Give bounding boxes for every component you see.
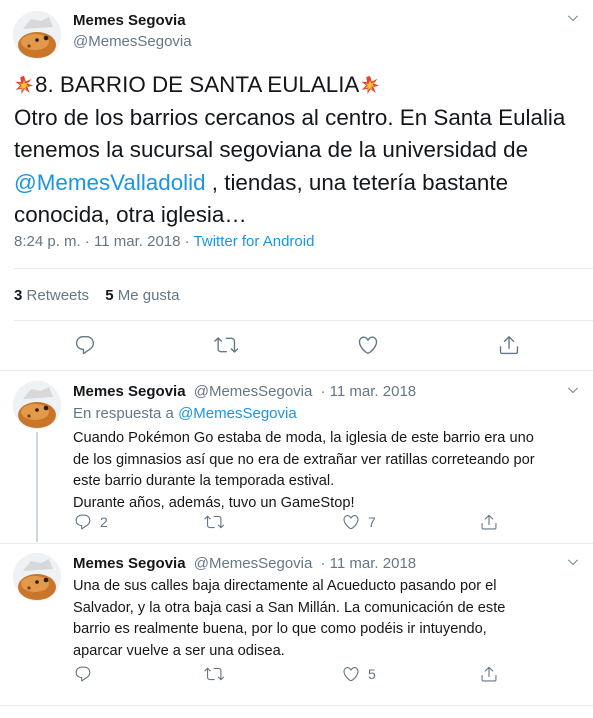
share-icon (480, 513, 498, 531)
reply-line: Cuando Pokémon Go estaba de moda, la igl… (73, 430, 534, 446)
like-button[interactable]: 7 (342, 513, 376, 531)
tweet-title: 8. BARRIO DE SANTA EULALIA (35, 72, 360, 97)
retweet-icon (214, 334, 238, 356)
tweet-source-link[interactable]: Twitter for Android (194, 233, 315, 250)
reply-text: Cuando Pokémon Go estaba de moda, la igl… (73, 428, 535, 514)
chevron-down-icon (566, 555, 580, 569)
divider (14, 268, 593, 269)
tweet-timestamp[interactable]: 8:24 p. m. · 11 mar. 2018 · (14, 233, 194, 250)
tweet-line: @MemesValladolid , tiendas, una tetería … (14, 167, 584, 200)
reply-avatar[interactable] (13, 553, 61, 601)
reply-date[interactable]: · 11 mar. 2018 (321, 383, 417, 400)
reply-avatar[interactable] (13, 381, 61, 429)
reply-line: Durante años, además, tuvo un GameStop! (73, 494, 355, 511)
reply-count: 2 (100, 514, 108, 530)
author-handle[interactable]: @MemesSegovia (73, 33, 192, 50)
divider (14, 320, 593, 321)
like-count: 5 (368, 666, 376, 682)
heart-icon (342, 513, 360, 531)
collision-emoji (14, 75, 34, 95)
reply-author-handle[interactable]: @MemesSegovia (194, 383, 313, 400)
like-button[interactable]: 5 (342, 665, 376, 683)
reply-to-line: En respuesta a @MemesSegovia (73, 405, 297, 422)
reply-icon (74, 334, 96, 356)
likes-label: Me gusta (117, 287, 180, 304)
retweet-icon (204, 513, 224, 531)
retweet-icon (204, 665, 224, 683)
share-button[interactable] (480, 513, 498, 531)
retweet-button[interactable] (214, 334, 238, 356)
reply-author-name[interactable]: Memes Segovia (73, 383, 186, 400)
retweet-button[interactable] (204, 513, 224, 531)
divider (0, 370, 593, 371)
likes-stat[interactable]: 5 Me gusta (105, 287, 179, 304)
share-button[interactable] (498, 334, 520, 356)
retweets-count: 3 (14, 287, 23, 304)
tweet-text: 8. BARRIO DE SANTA EULALIA Otro de los b… (14, 69, 584, 232)
reply-author-handle[interactable]: @MemesSegovia (194, 555, 313, 572)
tweet-line: tenemos la sucursal segoviana de la univ… (14, 137, 529, 162)
divider (0, 543, 593, 544)
author-avatar[interactable] (13, 11, 61, 59)
reply-button[interactable] (74, 665, 92, 683)
thread-line (36, 432, 38, 542)
share-icon (480, 665, 498, 683)
reply-header: Memes Segovia @MemesSegovia · 11 mar. 20… (73, 383, 416, 400)
divider (0, 705, 593, 706)
collision-emoji (360, 75, 380, 95)
reply-to-handle[interactable]: @MemesSegovia (178, 405, 297, 422)
likes-count: 5 (105, 287, 114, 304)
like-button[interactable] (357, 334, 379, 356)
reply-header: Memes Segovia @MemesSegovia · 11 mar. 20… (73, 555, 416, 572)
reply-line: este barrio durante la temporada estival… (73, 473, 335, 489)
tweet-metadata: 8:24 p. m. · 11 mar. 2018 · Twitter for … (14, 233, 314, 250)
tweet-title-line: 8. BARRIO DE SANTA EULALIA (14, 69, 584, 102)
more-options-button[interactable] (566, 383, 580, 397)
more-options-button[interactable] (566, 555, 580, 569)
reply-date[interactable]: · 11 mar. 2018 (321, 555, 417, 572)
more-options-button[interactable] (566, 11, 580, 25)
reply-author-name[interactable]: Memes Segovia (73, 555, 186, 572)
reply-line: aparcar vuelve a ser una odisea. (73, 642, 285, 659)
share-button[interactable] (480, 665, 498, 683)
engagement-stats: 3 Retweets 5 Me gusta (14, 287, 179, 304)
heart-icon (357, 334, 379, 356)
chevron-down-icon (566, 383, 580, 397)
mention-link[interactable]: @MemesValladolid (14, 170, 206, 195)
tweet-line: conocida, otra iglesia… (14, 202, 247, 227)
chevron-down-icon (566, 11, 580, 25)
like-count: 7 (368, 514, 376, 530)
reply-line: de los gimnasios así que no era de extra… (73, 451, 535, 468)
reply-to-label: En respuesta a (73, 405, 179, 422)
reply-icon (74, 665, 92, 683)
reply-button[interactable]: 2 (74, 513, 108, 531)
share-icon (498, 334, 520, 356)
tweet-line: Otro de los barrios cercanos al centro. … (14, 104, 566, 130)
retweets-label: Retweets (26, 287, 90, 304)
reply-line: barrio es realmente buena, por lo que co… (73, 621, 487, 637)
reply-text: Una de sus calles baja directamente al A… (73, 576, 505, 662)
heart-icon (342, 665, 360, 683)
retweet-stat[interactable]: 3 Retweets (14, 287, 89, 304)
reply-line: Una de sus calles baja directamente al A… (73, 578, 497, 594)
reply-button[interactable] (74, 334, 96, 356)
reply-icon (74, 513, 92, 531)
retweet-button[interactable] (204, 665, 224, 683)
reply-line: Salvador, y la otra baja casi a San Mill… (73, 599, 506, 616)
tweet-line-rest: , tiendas, una tetería bastante (205, 169, 509, 195)
author-name[interactable]: Memes Segovia (73, 12, 186, 29)
